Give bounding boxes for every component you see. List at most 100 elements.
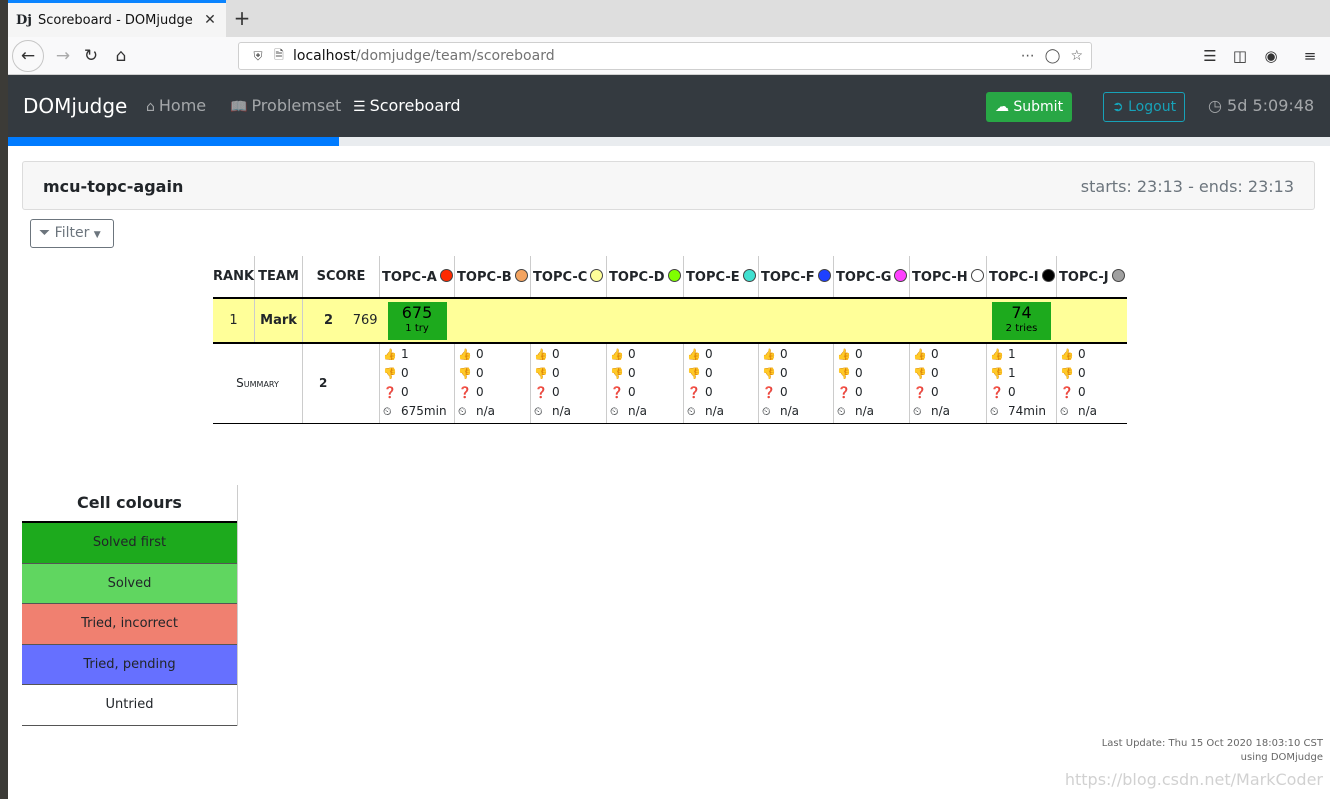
summary-stat: 👎 0 (458, 364, 530, 383)
problem-header[interactable]: TOPC-E (683, 256, 759, 299)
site-brand[interactable]: DOMjudge (23, 94, 127, 118)
browser-tab[interactable]: Dj Scoreboard - DOMjudge ✕ (8, 0, 226, 37)
question-icon: ❓ (1060, 386, 1074, 400)
team-header: TEAM (254, 256, 303, 299)
desktop-edge (0, 0, 8, 799)
summary-value: 0 (552, 385, 560, 400)
home-icon: ⌂ (146, 99, 155, 115)
contest-countdown: ◷ 5d 5:09:48 (1208, 96, 1315, 115)
question-icon: ❓ (837, 386, 851, 400)
problem-header[interactable]: TOPC-C (530, 256, 607, 299)
summary-stat: ⏲ n/a (1060, 402, 1127, 421)
forward-arrow-icon[interactable]: → (48, 42, 78, 70)
balloon-icon (817, 268, 831, 282)
summary-stat: 👍 0 (837, 345, 909, 364)
summary-value: 0 (855, 347, 863, 362)
hamburger-menu-icon[interactable]: ≡ (1298, 42, 1322, 70)
summary-value: 0 (1078, 366, 1086, 381)
problem-cell[interactable]: 74 2 tries (986, 298, 1057, 344)
summary-value: 0 (1008, 385, 1016, 400)
contest-progress-bar (8, 137, 1330, 146)
legend-item: Tried, incorrect (22, 604, 237, 645)
summary-value: 0 (855, 385, 863, 400)
nav-home[interactable]: ⌂ Home (146, 96, 206, 115)
solved-cell[interactable]: 675 1 try (387, 301, 447, 340)
summary-value: 0 (1078, 385, 1086, 400)
thumbs-down-icon: 👎 (990, 367, 1004, 381)
summary-stat: 👍 0 (458, 345, 530, 364)
shield-icon[interactable]: ⛨ (247, 49, 269, 64)
thumbs-up-icon: 👍 (837, 348, 851, 362)
summary-solved: 2 (302, 343, 380, 424)
scoreboard-header-row: RANK TEAM SCORE TOPC-A TOPC-B TOPC-C TOP… (213, 256, 1127, 299)
summary-value: 0 (401, 385, 409, 400)
team-name[interactable]: Mark (254, 298, 303, 344)
url-host: localhost (293, 48, 356, 64)
contest-name: mcu-topc-again (43, 177, 184, 196)
nav-scoreboard[interactable]: ☰ Scoreboard (353, 96, 461, 115)
list-icon: ☰ (353, 99, 366, 115)
url-text[interactable]: localhost/domjudge/team/scoreboard (293, 48, 1021, 64)
clock-icon: ⏲ (990, 405, 999, 419)
summary-stat: ⏲ n/a (610, 402, 683, 421)
summary-value: 0 (476, 366, 484, 381)
logout-button[interactable]: ➲ Logout (1103, 92, 1185, 122)
page-info-icon[interactable]: 🗎 (269, 46, 289, 67)
summary-cell: 👍 0 👎 0 ❓ 0 ⏲ n/a (454, 343, 531, 424)
problem-header[interactable]: TOPC-D (606, 256, 684, 299)
summary-value: 0 (780, 366, 788, 381)
more-actions-icon[interactable]: ⋯ (1021, 48, 1035, 64)
problem-header[interactable]: TOPC-F (758, 256, 834, 299)
solved-cell[interactable]: 74 2 tries (992, 301, 1052, 340)
tab-title: Scoreboard - DOMjudge (37, 12, 193, 28)
problem-header[interactable]: TOPC-H (909, 256, 987, 299)
summary-stat: 👍 0 (913, 345, 986, 364)
question-icon: ❓ (383, 386, 397, 400)
clock-icon: ⏲ (1060, 405, 1069, 419)
balloon-icon (590, 268, 604, 282)
browser-tab-bar: Dj Scoreboard - DOMjudge ✕ + (8, 0, 1330, 37)
filter-button[interactable]: ⏷ Filter ▼ (30, 219, 114, 248)
summary-stat: ⏲ 675min (383, 402, 454, 421)
summary-stat: 👎 1 (990, 364, 1056, 383)
penalty-time: 769 (352, 313, 378, 328)
summary-stat: 👍 1 (990, 345, 1056, 364)
summary-stat: ❓ 0 (990, 383, 1056, 402)
summary-stat: 👎 0 (687, 364, 758, 383)
thumbs-down-icon: 👎 (1060, 367, 1074, 381)
new-tab-button[interactable]: + (230, 6, 254, 30)
problem-cell[interactable]: 675 1 try (379, 298, 455, 344)
summary-value: n/a (855, 404, 875, 419)
thumbs-up-icon: 👍 (913, 348, 927, 362)
bookmark-star-icon[interactable]: ☆ (1070, 48, 1083, 64)
home-icon[interactable]: ⌂ (106, 42, 136, 70)
reload-icon[interactable]: ↻ (76, 42, 106, 70)
thumbs-down-icon: 👎 (534, 367, 548, 381)
summary-value: n/a (931, 404, 951, 419)
summary-stat: 👎 0 (762, 364, 833, 383)
page-content: DOMjudge ⌂ Home 📖 Problemset ☰ Scoreboard ☁… (8, 75, 1330, 799)
legend-item: Untried (22, 685, 237, 726)
library-icon[interactable]: ☰ (1198, 42, 1222, 70)
problem-header[interactable]: TOPC-J (1056, 256, 1127, 299)
problem-header[interactable]: TOPC-A (379, 256, 455, 299)
balloon-icon (894, 268, 908, 282)
submit-button[interactable]: ☁ Submit (986, 92, 1072, 122)
thumbs-up-icon: 👍 (610, 348, 624, 362)
address-bar[interactable]: ⛨ 🗎 localhost/domjudge/team/scoreboard ⋯… (238, 42, 1092, 70)
back-arrow-icon[interactable]: ← (12, 40, 44, 72)
summary-cell: 👍 0 👎 0 ❓ 0 ⏲ n/a (606, 343, 684, 424)
close-icon[interactable]: ✕ (200, 12, 220, 28)
summary-value: 0 (476, 347, 484, 362)
solved-count: 2 (323, 313, 334, 328)
problem-header[interactable]: TOPC-I (986, 256, 1057, 299)
sidebar-icon[interactable]: ◫ (1228, 42, 1252, 70)
watermark: https://blog.csdn.net/MarkCoder (1064, 770, 1323, 789)
problem-header[interactable]: TOPC-G (833, 256, 910, 299)
summary-value: 0 (628, 366, 636, 381)
summary-stat: 👎 0 (913, 364, 986, 383)
nav-problemset[interactable]: 📖 Problemset (230, 96, 341, 115)
account-icon[interactable]: ◉ (1259, 42, 1283, 70)
pocket-icon[interactable]: ◯ (1045, 48, 1061, 64)
problem-header[interactable]: TOPC-B (454, 256, 531, 299)
